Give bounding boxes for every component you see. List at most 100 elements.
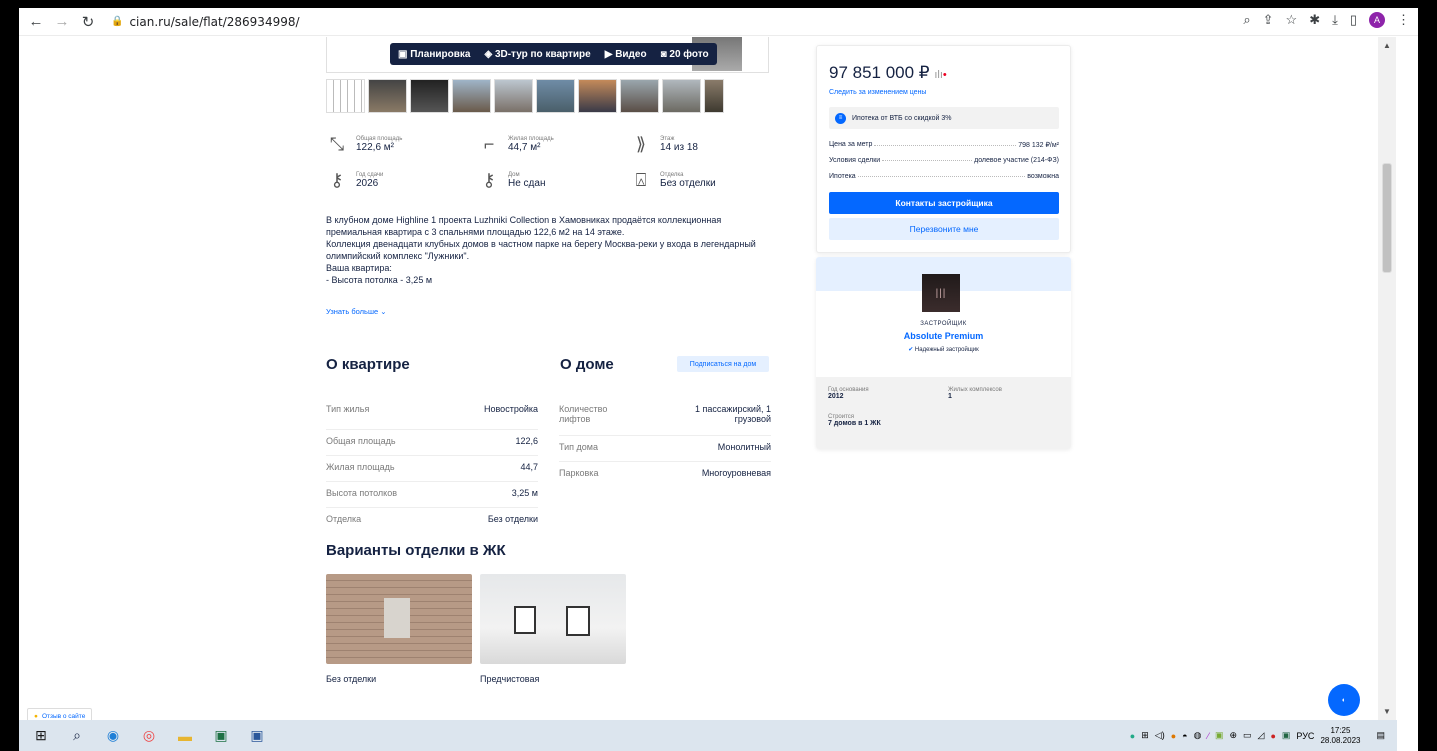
tray-icon[interactable]: ▣	[1215, 730, 1224, 741]
back-icon[interactable]: ←	[27, 13, 45, 31]
clock[interactable]: 17:25 28.08.2023	[1320, 726, 1360, 746]
tray-icon[interactable]: ●	[1171, 731, 1176, 741]
edge-icon[interactable]: ◉	[105, 727, 121, 744]
thumbnail[interactable]	[494, 79, 533, 113]
reliable-badge: ✔ Надежный застройщик	[908, 347, 979, 353]
chevron-down-icon: ⌄	[380, 307, 387, 316]
page-content: ▣ Планировка ◈ 3D-тур по квартире ▶ Виде…	[19, 37, 1378, 720]
callback-button[interactable]: Перезвоните мне	[829, 218, 1059, 240]
tab-photos[interactable]: ◙ 20 фото	[661, 49, 709, 60]
feature-finish: ⍓ Отделка Без отделки	[630, 169, 716, 191]
feature-living-area: ⌐ Жилая площадь 44,7 м²	[478, 133, 554, 155]
thumbnail[interactable]	[704, 79, 724, 113]
about-flat-table: Тип жилья Новостройка Общая площадь 122,6 …	[326, 404, 538, 530]
finishing-title: Варианты отделки в ЖК	[326, 542, 506, 559]
thumbnail[interactable]	[578, 79, 617, 113]
building-stat: Строится 7 домов в 1 ЖК	[828, 414, 881, 427]
developer-contacts-button[interactable]: Контакты застройщика	[829, 192, 1059, 214]
tray-icon[interactable]: ▭	[1243, 730, 1252, 741]
price-history-icon[interactable]: ılı	[934, 69, 943, 81]
developer-name[interactable]: Absolute Premium	[816, 331, 1071, 341]
developer-card: ||| ЗАСТРОЙЩИК Absolute Premium ✔ Надежн…	[816, 257, 1071, 449]
feedback-button[interactable]: ● Отзыв о сайте	[27, 708, 93, 720]
lock-icon: 🔒	[111, 16, 124, 27]
feature-total-area: ⤡ Общая площадь 122,6 м²	[326, 133, 403, 155]
subscribe-house-button[interactable]: Подписаться на дом	[677, 356, 769, 372]
network-icon[interactable]: ⊞	[1141, 730, 1149, 741]
system-tray: ● ⊞ ◁) ● ◓ ◍ ⁄ ▣ ⊕ ▭ ◿ ● ▣ РУС 17:25 28.…	[1130, 720, 1385, 751]
download-icon[interactable]: ⤓	[1332, 12, 1338, 28]
scrollbar-thumb[interactable]	[1382, 163, 1392, 273]
tab-video[interactable]: ▶ Видео	[605, 49, 647, 60]
table-row: Парковка Многоуровневая	[559, 468, 771, 478]
feature-year: ⚷ Год сдачи 2026	[326, 169, 383, 191]
forward-icon[interactable]: →	[53, 13, 71, 31]
tab-plan[interactable]: ▣ Планировка	[398, 49, 470, 60]
thumbnail-video[interactable]	[410, 79, 449, 113]
media-tabs: ▣ Планировка ◈ 3D-тур по квартире ▶ Виде…	[390, 43, 717, 65]
thumbnail[interactable]	[620, 79, 659, 113]
windows-taskbar: ⊞ ⌕ ◉ ◎ ▬ ▣ ▣ ● ⊞ ◁) ● ◓ ◍ ⁄ ▣ ⊕ ▭ ◿ ● ▣…	[19, 720, 1397, 751]
table-row: Отделка Без отделки	[326, 514, 538, 524]
finish-photo	[326, 574, 472, 664]
table-row: Количество лифтов 1 пассажирский, 1 грузо…	[559, 404, 771, 436]
tab-3d-tour[interactable]: ◈ 3D-тур по квартире	[484, 49, 590, 60]
language-indicator[interactable]: РУС	[1296, 731, 1314, 741]
volume-icon[interactable]: ◁)	[1155, 730, 1165, 741]
feature-house: ⚷ Дом Не сдан	[478, 169, 545, 191]
thumbnail[interactable]	[536, 79, 575, 113]
about-flat-title: О квартире	[326, 356, 410, 373]
keys-icon: ⚷	[330, 169, 344, 190]
zoom-icon[interactable]: ⌕	[1243, 12, 1250, 28]
vtb-logo-icon: ≡	[835, 112, 846, 124]
profile-avatar[interactable]: A	[1369, 12, 1385, 28]
table-row: Тип дома Монолитный	[559, 436, 771, 462]
finishing-options: Без отделки Предчистовая	[326, 574, 626, 684]
finish-option[interactable]: Без отделки	[326, 574, 472, 684]
thumbnail-plan[interactable]	[326, 79, 365, 113]
explorer-icon[interactable]: ▬	[177, 728, 193, 744]
sidepanel-icon[interactable]: ▯	[1350, 12, 1357, 28]
developer-logo[interactable]: |||	[922, 274, 960, 312]
chrome-icon[interactable]: ◎	[141, 727, 157, 744]
tray-icon[interactable]: ●	[1130, 731, 1135, 741]
search-icon[interactable]: ⌕	[69, 727, 85, 744]
extensions-icon[interactable]: ✱	[1309, 12, 1320, 28]
paint-roller-icon: ⍓	[635, 169, 647, 190]
mortgage-offer[interactable]: ≡ Ипотека от ВТБ со скидкой 3%	[829, 107, 1059, 129]
url-text[interactable]: cian.ru/sale/flat/286934998/	[129, 15, 299, 29]
price-per-meter-row: Цена за метр 798 132 ₽/м²	[829, 141, 1059, 149]
thumbnail[interactable]	[662, 79, 701, 113]
tray-icon[interactable]: ◍	[1194, 730, 1202, 741]
tray-icon[interactable]: ◿	[1258, 730, 1265, 741]
menu-icon[interactable]: ⋮	[1397, 12, 1410, 28]
follow-price-link[interactable]: Следить за изменением цены	[829, 89, 926, 96]
notifications-icon[interactable]: ▤	[1376, 730, 1385, 741]
keys-icon: ⚷	[482, 169, 496, 190]
scroll-down-icon[interactable]: ▼	[1383, 707, 1391, 716]
page-scrollbar[interactable]: ▲ ▼	[1378, 37, 1396, 720]
address-bar[interactable]: 🔒 cian.ru/sale/flat/286934998/	[111, 15, 300, 29]
tray-icon[interactable]: ⁄	[1207, 731, 1209, 741]
start-icon[interactable]: ⊞	[33, 727, 49, 744]
bookmark-star-icon[interactable]: ☆	[1286, 12, 1298, 28]
finish-option[interactable]: Предчистовая	[480, 574, 626, 684]
scroll-up-icon[interactable]: ▲	[1383, 41, 1391, 50]
chat-widget-button[interactable]: ◐	[1328, 684, 1360, 716]
thumbnail[interactable]	[368, 79, 407, 113]
complexes-stat: Жилых комплексов 1	[948, 387, 1002, 400]
tray-icon[interactable]: ⊕	[1229, 730, 1237, 741]
thumbnail[interactable]	[452, 79, 491, 113]
reload-icon[interactable]: ↻	[79, 13, 97, 31]
feature-floor: ⟫ Этаж 14 из 18	[630, 133, 698, 155]
word-icon[interactable]: ▣	[249, 727, 265, 744]
read-more-link[interactable]: Узнать больше ⌄	[326, 307, 387, 316]
tray-icon[interactable]: ▣	[1282, 730, 1291, 741]
developer-role: ЗАСТРОЙЩИК	[920, 321, 967, 327]
tray-icon[interactable]: ●	[1270, 731, 1275, 741]
tray-icon[interactable]: ◓	[1182, 731, 1187, 741]
excel-icon[interactable]: ▣	[213, 727, 229, 744]
price: 97 851 000 ₽ ılı•	[829, 63, 947, 82]
share-icon[interactable]: ⇪	[1263, 12, 1274, 28]
table-row: Тип жилья Новостройка	[326, 404, 538, 430]
